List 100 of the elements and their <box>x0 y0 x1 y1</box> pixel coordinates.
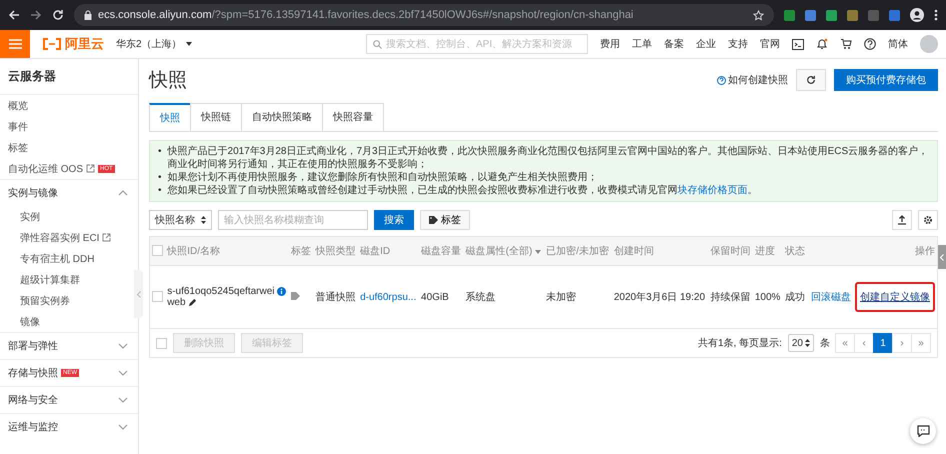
snapshot-id: s-uf61oqo5245qeftarwei <box>167 286 275 297</box>
profile-icon[interactable] <box>910 8 924 22</box>
tag-icon[interactable] <box>291 292 302 300</box>
forward-icon[interactable] <box>30 9 42 21</box>
extension-icon[interactable] <box>868 10 879 20</box>
tab[interactable]: 快照容量 <box>322 103 384 131</box>
cart-icon[interactable] <box>840 38 852 50</box>
sidebar-group[interactable]: 部署与弹性 <box>0 332 138 359</box>
sidebar-item[interactable]: 超级计算集群 <box>0 269 138 290</box>
external-link-icon <box>102 233 112 242</box>
nav-link[interactable]: 费用 <box>600 37 620 51</box>
refresh-icon <box>806 75 816 85</box>
sidebar-item[interactable]: 弹性容器实例 ECI <box>0 227 138 248</box>
refresh-button[interactable] <box>796 69 826 91</box>
sidebar-item[interactable]: 事件 <box>0 116 138 137</box>
sidebar-item[interactable]: 实例 <box>0 206 138 227</box>
lock-icon <box>84 10 92 20</box>
star-icon[interactable] <box>753 10 764 20</box>
menu-icon <box>8 39 22 49</box>
search-input[interactable]: 输入快照名称模糊查询 <box>218 210 368 230</box>
info-icon[interactable] <box>276 287 286 296</box>
nav-link[interactable]: 备案 <box>664 37 684 51</box>
sidebar-item[interactable]: 镜像 <box>0 311 138 332</box>
snapshot-name: web <box>167 297 186 308</box>
side-panel-handle[interactable] <box>938 245 946 269</box>
total-text: 共有1条, 每页显示: <box>698 336 782 350</box>
region-selector[interactable]: 华东2（上海） <box>116 37 192 51</box>
sidebar-group[interactable]: 网络与安全 <box>0 386 138 413</box>
sidebar-item[interactable]: 标签 <box>0 137 138 158</box>
page-button[interactable]: › <box>892 333 912 353</box>
help-link[interactable]: 如何创建快照 <box>717 73 788 87</box>
sidebar-group[interactable]: 运维与监控 <box>0 413 138 440</box>
buy-button[interactable]: 购买预付费存储包 <box>834 69 938 91</box>
help-icon[interactable] <box>864 38 876 50</box>
bullet: • <box>158 184 162 197</box>
caret-icon <box>186 42 192 46</box>
nav-link[interactable]: 工单 <box>632 37 652 51</box>
export-button[interactable] <box>892 210 912 230</box>
tag-button[interactable]: 标签 <box>420 210 470 230</box>
chevron-icon[interactable] <box>118 370 128 376</box>
sidebar-item[interactable]: 概览 <box>0 95 138 116</box>
menu-button[interactable] <box>0 30 30 58</box>
filter-select[interactable]: 快照名称 <box>149 210 212 230</box>
group-label: 网络与安全 <box>8 394 58 407</box>
back-icon[interactable] <box>8 9 20 21</box>
terminal-icon[interactable] <box>792 38 804 50</box>
chevron-icon[interactable] <box>118 397 128 403</box>
reload-icon[interactable] <box>52 9 64 21</box>
export-icon <box>897 215 907 225</box>
price-link[interactable]: 块存储价格页面 <box>678 185 748 196</box>
column-header: 快照ID/名称 <box>165 236 290 266</box>
chat-button[interactable] <box>910 418 936 444</box>
sidebar-item[interactable]: 专有宿主机 DDH <box>0 248 138 269</box>
checkbox[interactable] <box>152 291 163 302</box>
extension-icon[interactable] <box>805 10 816 20</box>
chevron-icon[interactable] <box>118 424 128 430</box>
page-size-select[interactable]: 20 <box>788 334 814 352</box>
chevron-icon[interactable] <box>118 190 128 196</box>
table-cell: 40GiB <box>419 266 464 328</box>
bullet: • <box>158 145 162 159</box>
notice-text: 如果您计划不再使用快照服务，建议您删除所有快照和自动快照策略，以避免产生相关快照费用； <box>168 171 599 184</box>
extension-icon[interactable] <box>826 10 837 20</box>
chevron-icon[interactable] <box>118 343 128 349</box>
column-header: 磁盘容量 <box>419 236 464 266</box>
column-header: 标签 <box>289 236 314 266</box>
sidebar-item[interactable]: 预留实例券 <box>0 290 138 311</box>
disk-link[interactable]: d-uf60rpsu... <box>360 292 416 302</box>
tab[interactable]: 快照 <box>149 103 191 131</box>
action-link[interactable]: 回滚磁盘 <box>811 290 851 304</box>
page-button[interactable]: » <box>911 333 931 353</box>
settings-button[interactable] <box>918 210 938 230</box>
sidebar-group[interactable]: 实例与镜像 <box>0 179 138 206</box>
bell-icon[interactable] <box>816 38 828 50</box>
table-cell: 未加密 <box>544 266 612 328</box>
checkbox[interactable] <box>152 245 163 256</box>
edit-icon[interactable] <box>188 298 197 307</box>
external-link-icon <box>86 164 96 173</box>
page-button[interactable]: « <box>835 333 855 353</box>
sort-icon <box>201 216 206 224</box>
table-cell: 系统盘 <box>464 266 544 328</box>
action-link[interactable]: 创建自定义镜像 <box>860 290 930 304</box>
menu-icon[interactable] <box>934 9 938 21</box>
language-link[interactable]: 简体 <box>888 37 908 51</box>
extension-icon[interactable] <box>784 10 795 20</box>
nav-link[interactable]: 官网 <box>760 37 780 51</box>
page-button[interactable]: 1 <box>873 333 893 353</box>
tag-icon <box>429 216 439 224</box>
sidebar-title: 云服务器 <box>0 59 138 95</box>
chevron-icon <box>136 290 140 298</box>
extension-icon[interactable] <box>889 10 900 20</box>
nav-link[interactable]: 支持 <box>728 37 748 51</box>
search-button[interactable]: 搜索 <box>374 210 414 230</box>
page-button[interactable]: ‹ <box>854 333 874 353</box>
collapse-handle[interactable] <box>134 270 143 318</box>
checkbox[interactable] <box>156 338 167 348</box>
address-bar[interactable]: ecs.console.aliyun.com/?spm=5176.13597141.favorites.decs.2bf71450lOWJ6s#/snapshot/region/cn-shanghai <box>74 4 774 26</box>
extension-icon[interactable] <box>847 10 858 20</box>
nav-link[interactable]: 企业 <box>696 37 716 51</box>
table-cell: 100% <box>752 266 783 328</box>
unit-text: 条 <box>820 337 830 350</box>
